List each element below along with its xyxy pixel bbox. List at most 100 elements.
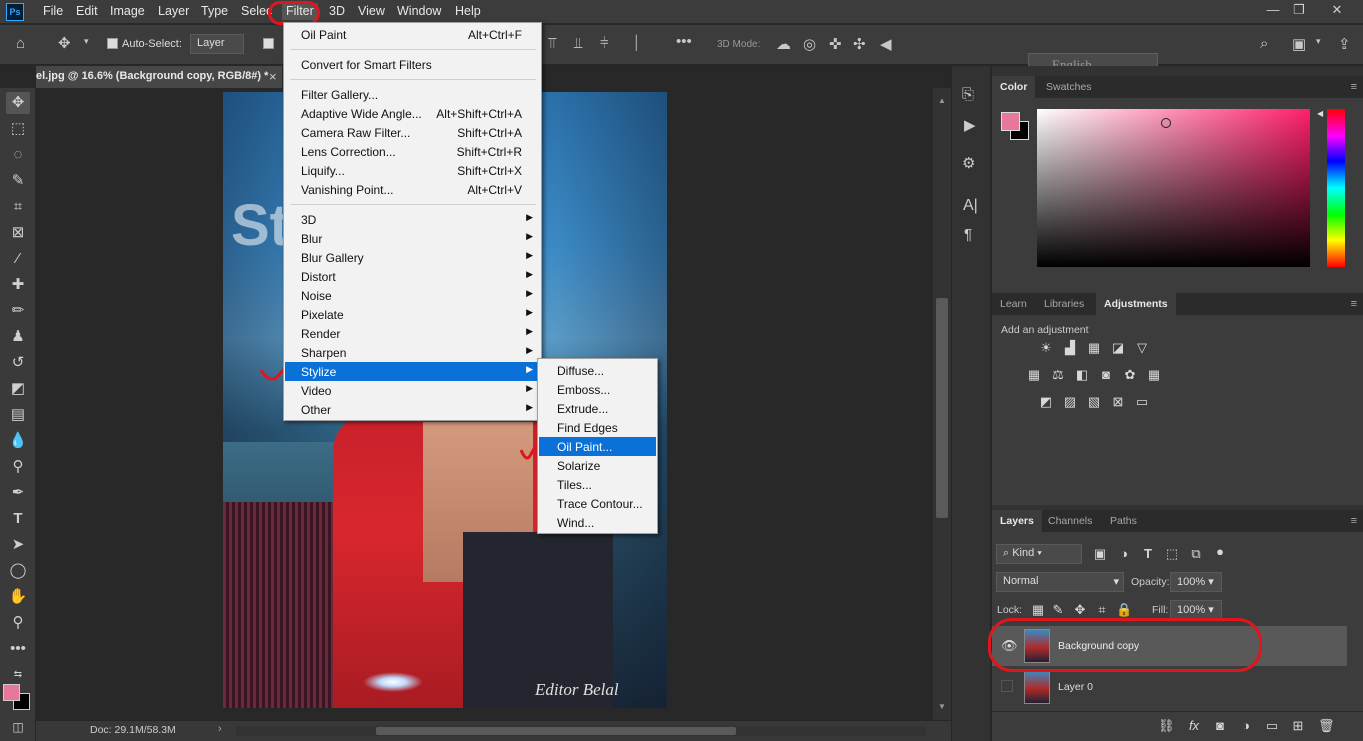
submenu-item-extrude[interactable]: Extrude... — [539, 399, 656, 418]
vertical-scrollbar[interactable]: ▲ ▼ — [933, 88, 951, 720]
align-top-icon[interactable]: ⫪ — [548, 35, 556, 52]
menu-help[interactable]: Help — [455, 4, 481, 18]
properties-icon[interactable]: ⚙ — [962, 154, 975, 172]
menu-item-liquify[interactable]: Liquify... Shift+Ctrl+X — [285, 161, 540, 180]
smart-object-filter-icon[interactable]: ⧉ — [1188, 546, 1204, 562]
move-tool-icon[interactable]: ✥ — [58, 34, 71, 52]
menu-item-distort[interactable]: Distort ▶ — [285, 267, 540, 286]
pixel-filter-icon[interactable]: ▣ — [1092, 546, 1108, 562]
scroll-thumb[interactable] — [936, 298, 948, 518]
panel-menu-icon[interactable]: ≡ — [1351, 298, 1357, 310]
auto-select-checkbox[interactable] — [107, 38, 118, 49]
distribute-icon[interactable]: ⏐ — [632, 35, 641, 52]
levels-icon[interactable]: ▟ — [1062, 340, 1078, 356]
menu-window[interactable]: Window — [397, 4, 441, 18]
ellipse-tool-icon[interactable]: ◯ — [6, 560, 30, 582]
submenu-item-emboss[interactable]: Emboss... — [539, 380, 656, 399]
tab-swatches[interactable]: Swatches — [1038, 76, 1100, 98]
menu-view[interactable]: View — [358, 4, 385, 18]
menu-edit[interactable]: Edit — [76, 4, 98, 18]
actions-play-icon[interactable]: ▶ — [964, 116, 976, 134]
crop-tool-icon[interactable]: ⌗ — [6, 196, 30, 218]
horizontal-scrollbar[interactable] — [236, 726, 926, 736]
camera-3d-icon[interactable]: ◀ — [880, 35, 892, 53]
blend-mode-dropdown[interactable]: Normal ▾ — [996, 572, 1124, 592]
menu-item-blur[interactable]: Blur ▶ — [285, 229, 540, 248]
vibrance-icon[interactable]: ▽ — [1134, 340, 1150, 356]
submenu-item-solarize[interactable]: Solarize — [539, 456, 656, 475]
quick-mask-icon[interactable]: ◫ — [6, 716, 30, 738]
tab-close-icon[interactable]: × — [269, 69, 277, 84]
menu-item-vanishing-point[interactable]: Vanishing Point... Alt+Ctrl+V — [285, 180, 540, 199]
exposure-icon[interactable]: ◪ — [1110, 340, 1126, 356]
type-tool-icon[interactable]: T — [6, 508, 30, 530]
channel-mixer-icon[interactable]: ✿ — [1122, 367, 1138, 383]
history-brush-icon[interactable]: ↺ — [6, 352, 30, 374]
menu-item-sharpen[interactable]: Sharpen ▶ — [285, 343, 540, 362]
photo-filter-icon[interactable]: ◙ — [1098, 367, 1114, 383]
menu-item-3d[interactable]: 3D ▶ — [285, 210, 540, 229]
menu-item-render[interactable]: Render ▶ — [285, 324, 540, 343]
hscroll-thumb[interactable] — [376, 727, 736, 735]
menu-image[interactable]: Image — [110, 4, 145, 18]
menu-item-other[interactable]: Other ▶ — [285, 400, 540, 419]
quick-select-tool-icon[interactable]: ✎ — [6, 170, 30, 192]
submenu-item-diffuse[interactable]: Diffuse... — [539, 361, 656, 380]
lock-artboard-icon[interactable]: ⌗ — [1094, 602, 1110, 618]
menu-item-oil-paint-last[interactable]: Oil Paint Alt+Ctrl+F — [285, 25, 540, 44]
healing-brush-icon[interactable]: ✚ — [6, 274, 30, 296]
brush-tool-icon[interactable]: ✏ — [6, 300, 30, 322]
fill-input[interactable]: 100% ▾ — [1170, 600, 1222, 620]
chevron-down-icon[interactable]: ▾ — [84, 36, 89, 47]
black-white-icon[interactable]: ◧ — [1074, 367, 1090, 383]
menu-item-stylize[interactable]: Stylize ▶ — [285, 362, 540, 381]
menu-item-camera-raw[interactable]: Camera Raw Filter... Shift+Ctrl+A — [285, 123, 540, 142]
workspace-chevron-icon[interactable]: ▾ — [1316, 36, 1321, 47]
color-picker-field[interactable] — [1037, 109, 1310, 267]
transform-checkbox[interactable] — [263, 38, 274, 49]
visibility-toggle-empty[interactable] — [1001, 680, 1013, 692]
path-select-icon[interactable]: ➤ — [6, 534, 30, 556]
new-adjustment-icon[interactable]: ◑ — [1238, 718, 1254, 734]
gradient-tool-icon[interactable]: ▤ — [6, 404, 30, 426]
new-group-icon[interactable]: ▭ — [1264, 718, 1280, 734]
submenu-item-tiles[interactable]: Tiles... — [539, 475, 656, 494]
submenu-item-oil-paint[interactable]: Oil Paint... — [539, 437, 656, 456]
eyedropper-tool-icon[interactable]: ⁄ — [6, 248, 30, 270]
close-button[interactable]: ✕ — [1322, 2, 1352, 20]
menu-item-noise[interactable]: Noise ▶ — [285, 286, 540, 305]
filter-toggle-icon[interactable]: ● — [1212, 544, 1228, 560]
tab-layers[interactable]: Layers — [992, 510, 1042, 532]
adjustment-filter-icon[interactable]: ◑ — [1116, 546, 1132, 562]
tab-learn[interactable]: Learn — [992, 293, 1035, 315]
menu-type[interactable]: Type — [201, 4, 228, 18]
restore-button[interactable]: ❐ — [1284, 2, 1314, 20]
lasso-tool-icon[interactable]: ◌ — [6, 144, 30, 166]
color-picker-cursor[interactable] — [1161, 118, 1171, 128]
paragraph-icon[interactable]: ¶ — [964, 226, 972, 243]
lock-all-icon[interactable]: 🔒 — [1116, 602, 1132, 618]
threshold-icon[interactable]: ▧ — [1086, 394, 1102, 410]
panel-menu-icon[interactable]: ≡ — [1351, 81, 1357, 93]
pen-tool-icon[interactable]: ✒ — [6, 482, 30, 504]
new-layer-icon[interactable]: ⊞ — [1290, 718, 1306, 734]
scroll-up-icon[interactable]: ▲ — [938, 96, 946, 105]
slide-3d-icon[interactable]: ✣ — [853, 35, 866, 53]
curves-icon[interactable]: ▦ — [1086, 340, 1102, 356]
menu-item-convert-smart-filters[interactable]: Convert for Smart Filters — [285, 55, 540, 74]
document-tab[interactable]: el.jpg @ 16.6% (Background copy, RGB/8#)… — [36, 66, 282, 88]
tab-libraries[interactable]: Libraries — [1036, 293, 1092, 315]
menu-item-blur-gallery[interactable]: Blur Gallery ▶ — [285, 248, 540, 267]
search-icon[interactable]: ⌕ — [1260, 35, 1268, 52]
submenu-item-find-edges[interactable]: Find Edges — [539, 418, 656, 437]
blur-tool-icon[interactable]: 💧 — [6, 430, 30, 452]
menu-item-adaptive-wide-angle[interactable]: Adaptive Wide Angle... Alt+Shift+Ctrl+A — [285, 104, 540, 123]
status-arrow-icon[interactable]: › — [218, 723, 222, 735]
hand-tool-icon[interactable]: ✋ — [6, 586, 30, 608]
delete-layer-icon[interactable]: 🗑 — [1318, 718, 1335, 734]
opacity-input[interactable]: 100% ▾ — [1170, 572, 1222, 592]
marquee-tool-icon[interactable]: ⬚ — [6, 118, 30, 140]
tab-color[interactable]: Color — [992, 76, 1036, 98]
clone-stamp-icon[interactable]: ♟ — [6, 326, 30, 348]
tab-paths[interactable]: Paths — [1102, 510, 1145, 532]
